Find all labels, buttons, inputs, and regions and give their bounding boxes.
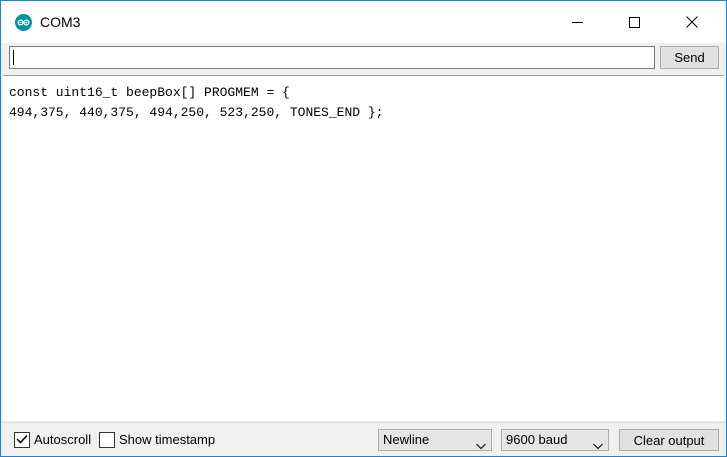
baud-rate-select[interactable]: 9600 baud	[501, 429, 609, 451]
clear-output-button[interactable]: Clear output	[619, 429, 719, 451]
maximize-icon	[628, 16, 640, 28]
close-icon	[686, 16, 698, 28]
autoscroll-label[interactable]: Autoscroll	[34, 432, 91, 448]
chevron-down-icon	[593, 436, 603, 456]
minimize-icon	[571, 17, 583, 28]
line-ending-value: Newline	[383, 432, 430, 447]
serial-send-input[interactable]	[9, 46, 655, 69]
status-bar: Autoscroll Show timestamp Newline 9600 b…	[1, 422, 726, 456]
show-timestamp-label[interactable]: Show timestamp	[119, 432, 215, 448]
chevron-down-icon	[476, 436, 486, 456]
show-timestamp-checkbox[interactable]	[99, 432, 115, 448]
serial-monitor-window: COM3 Send const uint16_t beepBox[] PROGM…	[0, 0, 727, 457]
window-title: COM3	[40, 14, 81, 30]
line-ending-select[interactable]: Newline	[378, 429, 492, 451]
arduino-icon	[15, 14, 32, 31]
output-line: const uint16_t beepBox[] PROGMEM = {	[9, 85, 290, 100]
baud-rate-value: 9600 baud	[506, 432, 568, 447]
close-button[interactable]	[669, 1, 715, 43]
text-caret	[13, 50, 14, 65]
send-row: Send	[1, 43, 726, 74]
title-bar[interactable]: COM3	[1, 1, 726, 43]
autoscroll-checkbox[interactable]	[14, 432, 30, 448]
checkmark-icon	[16, 433, 28, 447]
output-line: 494,375, 440,375, 494,250, 523,250, TONE…	[9, 105, 384, 120]
minimize-button[interactable]	[554, 1, 600, 43]
serial-output[interactable]: const uint16_t beepBox[] PROGMEM = { 494…	[3, 75, 724, 421]
maximize-button[interactable]	[611, 1, 657, 43]
send-button[interactable]: Send	[660, 46, 719, 69]
